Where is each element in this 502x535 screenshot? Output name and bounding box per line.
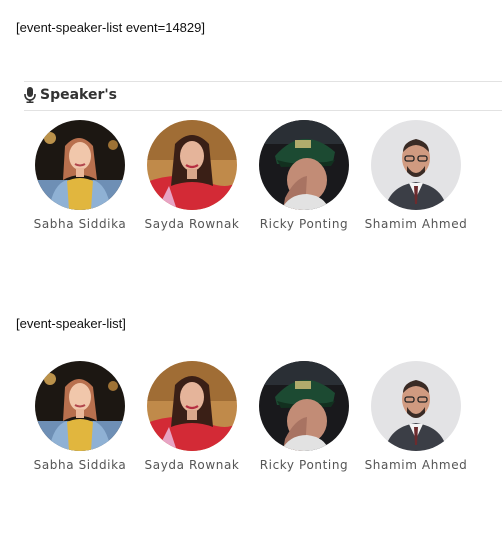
speaker-avatar[interactable] [371, 120, 461, 210]
speaker-name[interactable]: Shamim Ahmed [360, 217, 472, 232]
speaker-name[interactable]: Sayda Rownak [136, 217, 248, 232]
section-divider-bottom [24, 110, 502, 111]
speaker-card[interactable]: Ricky Ponting [248, 120, 360, 232]
speaker-avatar[interactable] [35, 120, 125, 210]
speaker-card[interactable]: Sayda Rownak [136, 361, 248, 473]
shortcode-text: [event-speaker-list] [16, 316, 126, 331]
speaker-name[interactable]: Sabha Siddika [24, 458, 136, 473]
speaker-card[interactable]: Shamim Ahmed [360, 361, 472, 473]
speaker-avatar[interactable] [147, 361, 237, 451]
speaker-name[interactable]: Sayda Rownak [136, 458, 248, 473]
microphone-icon [24, 87, 36, 103]
speaker-name[interactable]: Ricky Ponting [248, 458, 360, 473]
speaker-avatar[interactable] [147, 120, 237, 210]
section-title: Speaker's [40, 87, 117, 103]
speaker-avatar[interactable] [35, 361, 125, 451]
speaker-card[interactable]: Ricky Ponting [248, 361, 360, 473]
speaker-name[interactable]: Sabha Siddika [24, 217, 136, 232]
speaker-avatar[interactable] [371, 361, 461, 451]
speaker-card[interactable]: Sabha Siddika [24, 361, 136, 473]
speaker-card[interactable]: Sayda Rownak [136, 120, 248, 232]
speaker-card[interactable]: Shamim Ahmed [360, 120, 472, 232]
speaker-name[interactable]: Ricky Ponting [248, 217, 360, 232]
speaker-list: Sabha Siddika Sayda Rownak Ricky Ponting… [24, 120, 472, 250]
section-heading: Speaker's [24, 86, 117, 104]
speaker-avatar[interactable] [259, 120, 349, 210]
speaker-list: Sabha Siddika Sayda Rownak Ricky Ponting… [24, 361, 472, 491]
speaker-name[interactable]: Shamim Ahmed [360, 458, 472, 473]
speaker-card[interactable]: Sabha Siddika [24, 120, 136, 232]
speaker-avatar[interactable] [259, 361, 349, 451]
shortcode-text: [event-speaker-list event=14829] [16, 20, 205, 35]
section-divider-top [24, 81, 502, 82]
